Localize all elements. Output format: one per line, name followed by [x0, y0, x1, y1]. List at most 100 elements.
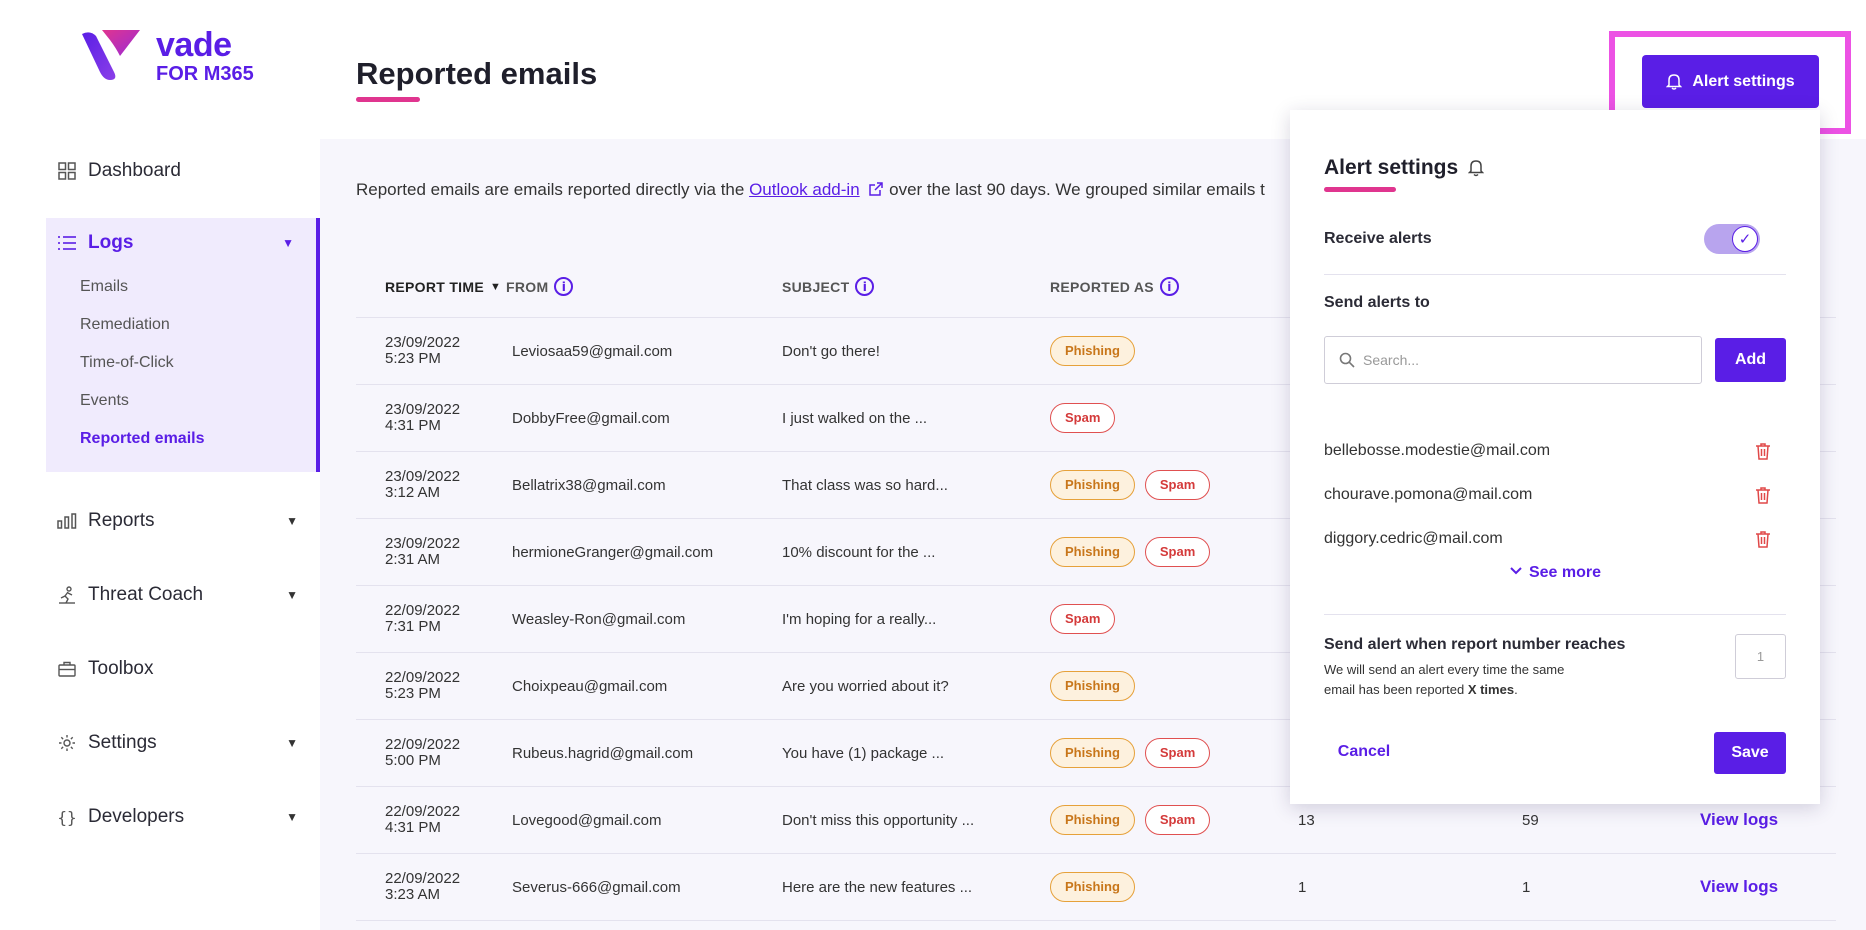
tag-spam: Spam	[1144, 805, 1211, 835]
tag-spam: Spam	[1144, 738, 1211, 768]
report-time: 5:23 PM	[385, 685, 441, 702]
intro-text-part: Reported emails are emails reported dire…	[356, 180, 750, 199]
report-time: 4:31 PM	[385, 417, 441, 434]
receive-alerts-label: Receive alerts	[1324, 230, 1432, 247]
bell-icon	[1468, 160, 1485, 177]
from-cell: Severus-666@gmail.com	[512, 878, 681, 896]
recipient-search-input[interactable]	[1363, 352, 1683, 368]
sidebar-subitem-time-of-click[interactable]: Time-of-Click	[46, 344, 316, 382]
sidebar-item-label: Dashboard	[88, 160, 181, 181]
tag-phishing: Phishing	[1050, 470, 1135, 500]
external-link-icon[interactable]	[868, 181, 884, 197]
sidebar-item-logs[interactable]: Logs ▼	[46, 218, 316, 268]
sidebar-item-developers[interactable]: {} Developers ▼	[46, 792, 320, 842]
from-cell: Weasley-Ron@gmail.com	[512, 610, 686, 628]
sidebar-item-toolbox[interactable]: Toolbox	[46, 644, 320, 694]
caret-down-icon: ▼	[286, 588, 298, 602]
column-header-label: FROM	[506, 278, 549, 295]
sidebar-subitem-emails[interactable]: Emails	[46, 268, 316, 306]
column-header-label: REPORT TIME	[385, 278, 484, 295]
trash-icon[interactable]	[1754, 529, 1772, 549]
see-more-label: See more	[1528, 564, 1602, 581]
column-header-label: REPORTED AS	[1050, 278, 1154, 295]
sidebar-item-settings[interactable]: Settings ▼	[46, 718, 320, 768]
report-time: 4:31 PM	[385, 819, 441, 836]
cancel-button[interactable]: Cancel	[1324, 732, 1404, 772]
sidebar-group-logs: Logs ▼ Emails Remediation Time-of-Click …	[46, 218, 320, 472]
save-button[interactable]: Save	[1714, 732, 1786, 774]
column-header-from: FROM i	[506, 277, 782, 296]
trash-icon[interactable]	[1754, 485, 1772, 505]
report-date: 22/09/2022	[385, 602, 461, 619]
report-time-cell: 23/09/2022 2:31 AM	[356, 536, 506, 568]
info-icon[interactable]: i	[554, 277, 574, 296]
brand-logo[interactable]: vade FOR M365	[80, 28, 254, 84]
divider	[1324, 274, 1786, 275]
tag-spam: Spam	[1050, 604, 1116, 634]
subject-cell: 10% discount for the ...	[782, 543, 936, 561]
count-cell: 59	[1522, 811, 1539, 829]
bell-icon	[1666, 74, 1683, 90]
see-more-button[interactable]: See more	[1290, 564, 1820, 582]
report-time-cell: 23/09/2022 3:12 AM	[356, 469, 506, 501]
from-cell: Bellatrix38@gmail.com	[512, 476, 666, 494]
check-icon: ✓	[1732, 226, 1758, 252]
report-date: 22/09/2022	[385, 803, 461, 820]
threshold-description-emphasis: X times	[1467, 682, 1515, 697]
alert-settings-button[interactable]: Alert settings	[1642, 55, 1819, 108]
column-header-report-time[interactable]: REPORT TIME ▼	[356, 279, 506, 295]
reported-as-cell: Spam	[1050, 604, 1298, 634]
sidebar-item-reports[interactable]: Reports ▼	[46, 496, 320, 546]
receive-alerts-toggle[interactable]: ✓	[1704, 224, 1760, 254]
brand-wordmark: vade FOR M365	[156, 28, 254, 84]
reported-as-cell: Spam	[1050, 403, 1298, 433]
recipient-search-box[interactable]	[1324, 336, 1702, 384]
report-time-cell: 23/09/2022 4:31 PM	[356, 402, 506, 434]
title-underline	[356, 97, 420, 102]
report-time-cell: 22/09/2022 5:00 PM	[356, 737, 506, 769]
trash-icon[interactable]	[1754, 441, 1772, 461]
report-date: 22/09/2022	[385, 736, 461, 753]
threshold-description: We will send an alert every time the sam…	[1324, 660, 1584, 700]
subject-cell: Don't go there!	[782, 342, 880, 360]
info-icon[interactable]: i	[855, 277, 875, 296]
report-time: 7:31 PM	[385, 618, 441, 635]
view-logs-link[interactable]: View logs	[1700, 810, 1836, 830]
info-icon[interactable]: i	[1159, 277, 1179, 296]
panel-title-underline	[1324, 187, 1396, 192]
search-icon	[1339, 352, 1355, 368]
table-row[interactable]: 22/09/2022 3:23 AM Severus-666@gmail.com He…	[356, 854, 1836, 921]
sidebar-subitem-reported-emails[interactable]: Reported emails	[46, 420, 316, 458]
report-time-cell: 23/09/2022 5:23 PM	[356, 335, 506, 367]
view-logs-link[interactable]: View logs	[1700, 877, 1836, 897]
recipient-row: bellebosse.modestie@mail.com	[1324, 441, 1786, 461]
report-date: 23/09/2022	[385, 401, 461, 418]
brand-name: vade	[156, 26, 232, 64]
report-date: 23/09/2022	[385, 468, 461, 485]
add-recipient-button[interactable]: Add	[1715, 338, 1786, 382]
sidebar-subitem-remediation[interactable]: Remediation	[46, 306, 316, 344]
panel-title-text: Alert settings	[1324, 156, 1459, 179]
subject-cell: You have (1) package ...	[782, 744, 945, 762]
sidebar-subitem-events[interactable]: Events	[46, 382, 316, 420]
caret-down-icon: ▼	[286, 736, 298, 750]
chevron-down-icon	[1510, 567, 1522, 575]
sidebar-item-label: Threat Coach	[88, 584, 204, 605]
count-cell: 1	[1522, 878, 1531, 896]
grid-icon	[56, 160, 78, 182]
tag-phishing: Phishing	[1050, 805, 1135, 835]
subject-cell: I just walked on the ...	[782, 409, 928, 427]
gear-icon	[56, 732, 78, 754]
column-header-subject: SUBJECT i	[782, 277, 1050, 296]
from-cell: Choixpeau@gmail.com	[512, 677, 668, 695]
sidebar-item-dashboard[interactable]: Dashboard	[46, 146, 320, 196]
report-time: 5:23 PM	[385, 350, 441, 367]
subject-cell: I'm hoping for a really...	[782, 610, 937, 628]
caret-down-icon: ▼	[282, 236, 294, 250]
recipient-row: chourave.pomona@mail.com	[1324, 485, 1786, 505]
threshold-description-text: We will send an alert every time the sam…	[1324, 662, 1565, 697]
outlook-addin-link[interactable]: Outlook add-in	[749, 180, 860, 199]
sidebar-item-label: Settings	[88, 732, 157, 753]
threshold-input[interactable]	[1735, 634, 1786, 679]
sidebar-item-threat-coach[interactable]: Threat Coach ▼	[46, 570, 320, 620]
